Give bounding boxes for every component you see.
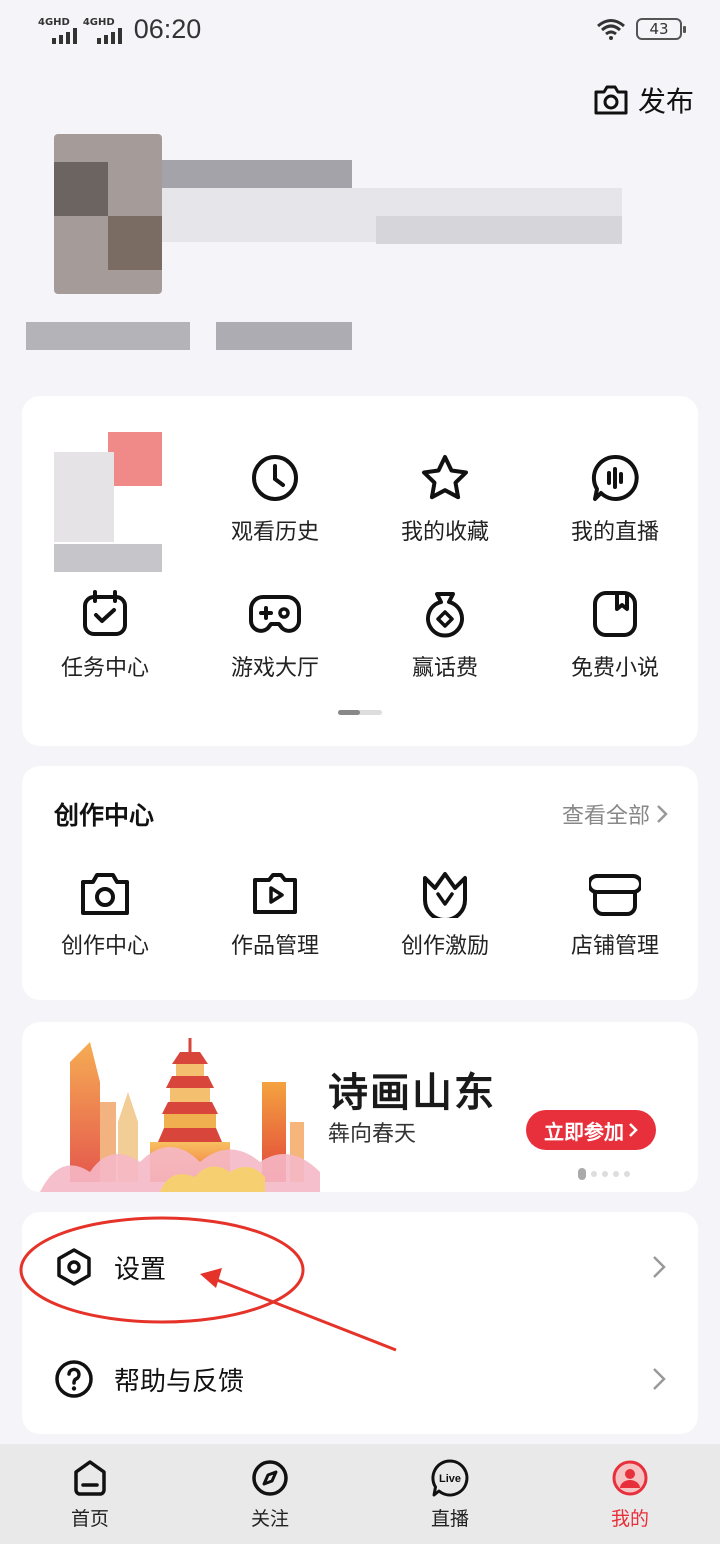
help-label: 帮助与反馈 (114, 1366, 245, 1397)
settings-row[interactable]: 设置 (22, 1212, 698, 1322)
chevron-right-icon (653, 1256, 666, 1278)
see-all-label: 查看全部 (561, 804, 650, 829)
grid-item-win-credit[interactable]: 赢话费 (370, 588, 520, 682)
tab-label: 首页 (70, 1508, 109, 1530)
tab-label: 直播 (430, 1508, 469, 1530)
creator-label: 店铺管理 (570, 934, 659, 959)
quick-grid-card: 观看历史 我的收藏 我的直播 任务中心 游戏大厅 赢话费 免费小说 (22, 396, 698, 746)
creator-item-create[interactable]: 创作中心 (30, 870, 180, 960)
grid-label: 游戏大厅 (230, 656, 319, 681)
settings-hexagon-icon (57, 1248, 91, 1286)
creator-item-incentive[interactable]: 创作激励 (370, 870, 520, 960)
banner-pager (578, 1168, 630, 1180)
signal-2-icon: 4GHD (83, 14, 122, 44)
crown-icon (423, 872, 467, 918)
status-time: 06:20 (133, 13, 202, 44)
grid-label: 我的收藏 (400, 520, 489, 545)
battery-icon: 43 (636, 18, 686, 40)
star-icon (422, 455, 468, 500)
creator-item-shop[interactable]: 店铺管理 (540, 870, 690, 960)
creator-center-card: 创作中心 查看全部 创作中心 作品管理 创作激励 店铺管理 (22, 766, 698, 1000)
grid-item-task-center[interactable]: 任务中心 (30, 588, 180, 682)
clock-icon (252, 455, 298, 501)
grid-item-my-live[interactable]: 我的直播 (540, 452, 690, 546)
join-now-label: 立即参加 (544, 1119, 624, 1144)
play-square-icon (253, 873, 297, 914)
grid-pager (338, 710, 382, 715)
camera-icon (81, 873, 129, 915)
blurred-grid-item[interactable] (54, 432, 164, 582)
compass-icon (252, 1460, 288, 1496)
promo-banner[interactable]: 诗画山东 犇向春天 立即参加 (22, 1022, 698, 1192)
tab-follow[interactable]: 关注 (180, 1444, 360, 1544)
question-circle-icon (55, 1360, 93, 1398)
creator-label: 作品管理 (230, 934, 319, 959)
shop-icon (589, 874, 641, 916)
menu-list-card: 设置 帮助与反馈 (22, 1212, 698, 1434)
tab-label: 关注 (250, 1508, 289, 1530)
help-feedback-row[interactable]: 帮助与反馈 (22, 1324, 698, 1434)
grid-label: 免费小说 (570, 656, 659, 681)
status-bar: 4GHD 4GHD 06:20 43 (0, 0, 720, 58)
bottom-tab-bar: 首页 关注 Live 直播 我的 (0, 1444, 720, 1544)
creator-label: 创作激励 (400, 934, 489, 959)
calendar-check-icon (83, 590, 127, 636)
banner-subtitle: 犇向春天 (328, 1122, 417, 1147)
profile-blurred[interactable] (26, 132, 626, 362)
tab-live[interactable]: Live 直播 (360, 1444, 540, 1544)
banner-illustration (40, 1038, 320, 1192)
grid-label: 赢话费 (411, 656, 478, 681)
grid-item-favorites[interactable]: 我的收藏 (370, 452, 520, 546)
money-bag-icon (426, 592, 464, 638)
chevron-right-icon (657, 805, 668, 823)
publish-label: 发布 (637, 85, 694, 118)
grid-item-watch-history[interactable]: 观看历史 (200, 452, 350, 546)
tab-label: 我的 (610, 1508, 649, 1530)
creator-title: 创作中心 (54, 801, 155, 830)
gamepad-icon (249, 595, 301, 633)
settings-label: 设置 (114, 1254, 167, 1285)
home-icon (74, 1460, 106, 1496)
grid-item-free-novel[interactable]: 免费小说 (540, 588, 690, 682)
creator-label: 创作中心 (60, 934, 149, 959)
profile-icon (612, 1460, 648, 1496)
live-wave-icon (591, 454, 639, 501)
signal-1-icon: 4GHD (38, 14, 77, 44)
tab-home[interactable]: 首页 (0, 1444, 180, 1544)
svg-text:Live: Live (439, 1473, 461, 1485)
grid-label: 任务中心 (60, 656, 149, 681)
wifi-icon (597, 19, 625, 40)
join-now-button[interactable]: 立即参加 (526, 1110, 656, 1150)
live-icon: Live (431, 1459, 469, 1497)
camera-icon (594, 85, 628, 115)
grid-item-game-hall[interactable]: 游戏大厅 (200, 588, 350, 682)
tab-mine[interactable]: 我的 (540, 1444, 720, 1544)
banner-title: 诗画山东 (328, 1070, 496, 1116)
chevron-right-icon (653, 1368, 666, 1390)
see-all-link[interactable]: 查看全部 (562, 798, 668, 830)
publish-button[interactable]: 发布 (592, 80, 694, 120)
chevron-right-icon (629, 1123, 638, 1137)
book-icon (593, 591, 637, 637)
grid-label: 观看历史 (230, 520, 319, 545)
grid-label: 我的直播 (570, 520, 659, 545)
creator-item-works[interactable]: 作品管理 (200, 870, 350, 960)
